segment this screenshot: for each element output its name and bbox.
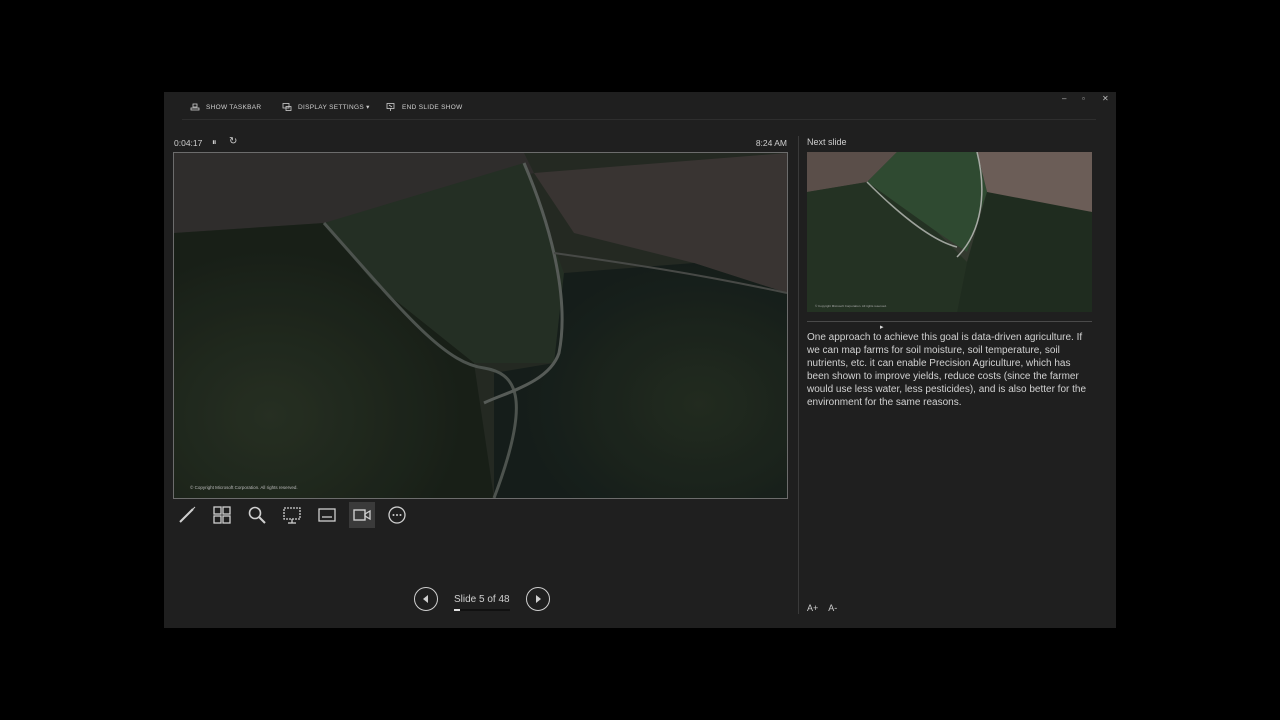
presenter-view-window: SHOW TASKBAR DISPLAY SETTINGS ▾ END SLID… (164, 92, 1116, 628)
pen-tool-icon[interactable] (174, 502, 200, 528)
pause-icon[interactable]: ⏸ (212, 137, 217, 148)
elapsed-timer: 0:04:17 (174, 138, 203, 148)
show-taskbar-label: SHOW TASKBAR (206, 103, 262, 111)
display-icon (282, 103, 292, 111)
cursor-icon: ▸ (880, 324, 884, 331)
next-slide-label: Next slide (807, 137, 847, 147)
decrease-font-button[interactable]: A- (828, 603, 837, 613)
speaker-notes[interactable]: One approach to achieve this goal is dat… (807, 331, 1092, 409)
display-settings-button[interactable]: DISPLAY SETTINGS ▾ (282, 102, 370, 112)
increase-font-button[interactable]: A+ (807, 603, 818, 613)
taskbar-icon (190, 103, 200, 111)
current-slide[interactable]: © Copyright Microsoft Corporation. All r… (173, 152, 788, 499)
toolbar-divider (182, 119, 1096, 120)
minimize-icon[interactable]: – (1062, 94, 1066, 103)
subtitles-icon[interactable] (314, 502, 340, 528)
notes-separator (807, 321, 1092, 322)
next-arrow-icon (535, 595, 541, 603)
pane-divider[interactable] (798, 136, 799, 614)
aerial-farm-image (174, 153, 787, 498)
slide-counter[interactable]: Slide 5 of 48 (448, 593, 516, 611)
slide-copyright: © Copyright Microsoft Corporation. All r… (190, 485, 298, 490)
next-slide-preview[interactable]: © Copyright Microsoft Corporation. All r… (807, 152, 1092, 312)
show-taskbar-button[interactable]: SHOW TASKBAR (190, 102, 261, 112)
display-settings-label: DISPLAY SETTINGS ▾ (298, 104, 370, 111)
slide-progress-fill (454, 608, 460, 611)
next-slide-button[interactable] (525, 587, 550, 611)
close-icon[interactable]: ✕ (1102, 94, 1109, 103)
slide-tools (174, 502, 410, 528)
end-show-icon (386, 103, 395, 111)
end-slide-show-button[interactable]: END SLIDE SHOW (386, 102, 463, 112)
next-slide-copyright: © Copyright Microsoft Corporation. All r… (815, 304, 887, 308)
slide-counter-label: Slide 5 of 48 (454, 593, 510, 605)
presenter-toolbar: SHOW TASKBAR DISPLAY SETTINGS ▾ END SLID… (164, 92, 1116, 120)
restore-icon[interactable]: ▫ (1082, 94, 1085, 103)
previous-arrow-icon (423, 595, 428, 603)
clock: 8:24 AM (755, 138, 787, 148)
previous-slide-button[interactable] (414, 587, 438, 611)
see-all-slides-icon[interactable] (209, 502, 235, 528)
zoom-icon[interactable] (244, 502, 270, 528)
next-slide-image (807, 152, 1092, 312)
end-slide-show-label: END SLIDE SHOW (402, 103, 463, 111)
more-options-icon[interactable] (384, 502, 410, 528)
slide-navigation: Slide 5 of 48 (414, 587, 550, 611)
reset-timer-icon[interactable]: ↻ (229, 136, 237, 147)
notes-font-controls: A+ A- (807, 603, 837, 613)
slide-progress-bar (454, 608, 510, 611)
black-screen-icon[interactable] (279, 502, 305, 528)
camera-icon[interactable] (349, 502, 375, 528)
